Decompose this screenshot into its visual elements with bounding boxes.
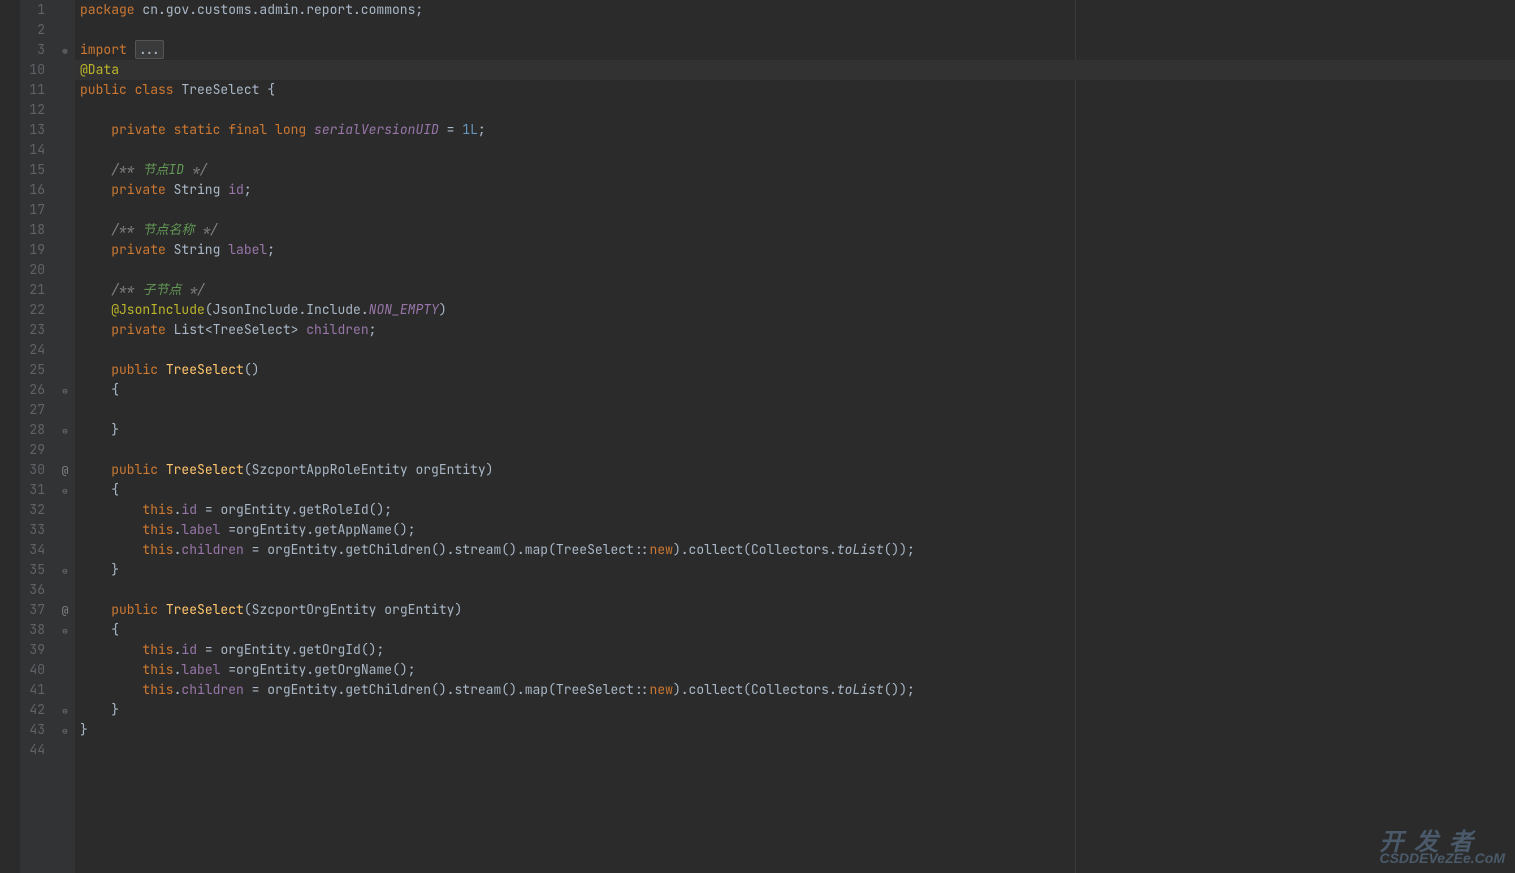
code-line: private List<TreeSelect> children; — [80, 320, 1515, 340]
code-line: this.label =orgEntity.getAppName(); — [80, 520, 1515, 540]
code-line: } — [80, 560, 1515, 580]
code-line: this.children = orgEntity.getChildren().… — [80, 540, 1515, 560]
line-number[interactable]: 26 — [20, 380, 45, 400]
code-line: private String label; — [80, 240, 1515, 260]
line-number[interactable]: 15 — [20, 160, 45, 180]
fold-collapse-icon[interactable]: ⊖ — [60, 421, 70, 441]
line-number[interactable]: 32 — [20, 500, 45, 520]
code-editor: 1 2 3 10 11 12 13 14 15 16 17 18 19 20 2… — [0, 0, 1515, 873]
fold-expand-icon[interactable]: ⊕ — [60, 41, 70, 61]
line-number[interactable]: 19 — [20, 240, 45, 260]
line-number[interactable]: 11 — [20, 80, 45, 100]
code-line — [80, 580, 1515, 600]
fold-collapse-icon[interactable]: ⊖ — [60, 701, 70, 721]
code-line: private String id; — [80, 180, 1515, 200]
fold-collapse-icon[interactable]: ⊖ — [60, 481, 70, 501]
code-line: { — [80, 380, 1515, 400]
code-line: public TreeSelect(SzcportAppRoleEntity o… — [80, 460, 1515, 480]
code-line: public TreeSelect(SzcportOrgEntity orgEn… — [80, 600, 1515, 620]
line-number[interactable]: 40 — [20, 660, 45, 680]
code-line — [80, 20, 1515, 40]
code-line: this.label =orgEntity.getOrgName(); — [80, 660, 1515, 680]
fold-collapse-icon[interactable]: ⊖ — [60, 561, 70, 581]
watermark: 开 发 者 CSDDEVeZEe.CoM — [1379, 833, 1505, 868]
code-line: public TreeSelect() — [80, 360, 1515, 380]
line-number[interactable]: 38 — [20, 620, 45, 640]
line-number[interactable]: 27 — [20, 400, 45, 420]
code-line: this.id = orgEntity.getOrgId(); — [80, 640, 1515, 660]
code-line: @JsonInclude(JsonInclude.Include.NON_EMP… — [80, 300, 1515, 320]
fold-collapse-icon[interactable]: ⊖ — [60, 721, 70, 741]
line-number[interactable]: 21 — [20, 280, 45, 300]
line-number[interactable]: 37 — [20, 600, 45, 620]
line-number[interactable]: 18 — [20, 220, 45, 240]
line-number[interactable]: 41 — [20, 680, 45, 700]
line-number[interactable]: 39 — [20, 640, 45, 660]
code-line: /** 节点ID */ — [80, 160, 1515, 180]
line-number[interactable]: 35 — [20, 560, 45, 580]
code-line: /** 子节点 */ — [80, 280, 1515, 300]
line-number[interactable]: 3 — [20, 40, 45, 60]
line-number[interactable]: 33 — [20, 520, 45, 540]
code-line: private static final long serialVersionU… — [80, 120, 1515, 140]
code-line — [80, 400, 1515, 420]
line-number[interactable]: 1 — [20, 0, 45, 20]
line-number-gutter[interactable]: 1 2 3 10 11 12 13 14 15 16 17 18 19 20 2… — [20, 0, 55, 873]
code-line: } — [80, 720, 1515, 740]
line-number[interactable]: 25 — [20, 360, 45, 380]
activity-bar — [0, 0, 20, 873]
code-line: @Data — [80, 60, 1515, 80]
code-line: } — [80, 700, 1515, 720]
code-line — [80, 340, 1515, 360]
line-number[interactable]: 29 — [20, 440, 45, 460]
line-number[interactable]: 34 — [20, 540, 45, 560]
code-line: { — [80, 620, 1515, 640]
fold-collapse-icon[interactable]: ⊖ — [60, 621, 70, 641]
line-number[interactable]: 42 — [20, 700, 45, 720]
line-number[interactable]: 36 — [20, 580, 45, 600]
line-number[interactable]: 23 — [20, 320, 45, 340]
fold-collapse-icon[interactable]: ⊖ — [60, 381, 70, 401]
code-line: { — [80, 480, 1515, 500]
code-line: package cn.gov.customs.admin.report.comm… — [80, 0, 1515, 20]
code-line: } — [80, 420, 1515, 440]
code-line — [80, 200, 1515, 220]
code-line — [80, 100, 1515, 120]
line-number[interactable]: 2 — [20, 20, 45, 40]
code-content-area[interactable]: package cn.gov.customs.admin.report.comm… — [75, 0, 1515, 873]
code-line: this.id = orgEntity.getRoleId(); — [80, 500, 1515, 520]
code-line — [80, 740, 1515, 760]
line-number[interactable]: 16 — [20, 180, 45, 200]
line-number[interactable]: 31 — [20, 480, 45, 500]
code-line — [80, 260, 1515, 280]
line-number[interactable]: 13 — [20, 120, 45, 140]
line-number[interactable]: 17 — [20, 200, 45, 220]
override-marker[interactable]: @ — [55, 600, 75, 620]
line-number[interactable]: 24 — [20, 340, 45, 360]
code-line: import ... — [80, 40, 1515, 60]
line-number[interactable]: 44 — [20, 740, 45, 760]
code-line — [80, 140, 1515, 160]
line-number[interactable]: 22 — [20, 300, 45, 320]
line-number[interactable]: 14 — [20, 140, 45, 160]
code-line: this.children = orgEntity.getChildren().… — [80, 680, 1515, 700]
line-number[interactable]: 10 — [20, 60, 45, 80]
line-number[interactable]: 30 — [20, 460, 45, 480]
line-number[interactable]: 12 — [20, 100, 45, 120]
line-number[interactable]: 28 — [20, 420, 45, 440]
code-line — [80, 440, 1515, 460]
override-marker[interactable]: @ — [55, 460, 75, 480]
folded-imports[interactable]: ... — [135, 40, 164, 59]
code-line: public class TreeSelect { — [80, 80, 1515, 100]
line-number[interactable]: 43 — [20, 720, 45, 740]
code-line: /** 节点名称 */ — [80, 220, 1515, 240]
line-number[interactable]: 20 — [20, 260, 45, 280]
annotation-gutter: ⊕ ⊖ ⊖ @ ⊖ ⊖ @ ⊖ ⊖ ⊖ — [55, 0, 75, 873]
